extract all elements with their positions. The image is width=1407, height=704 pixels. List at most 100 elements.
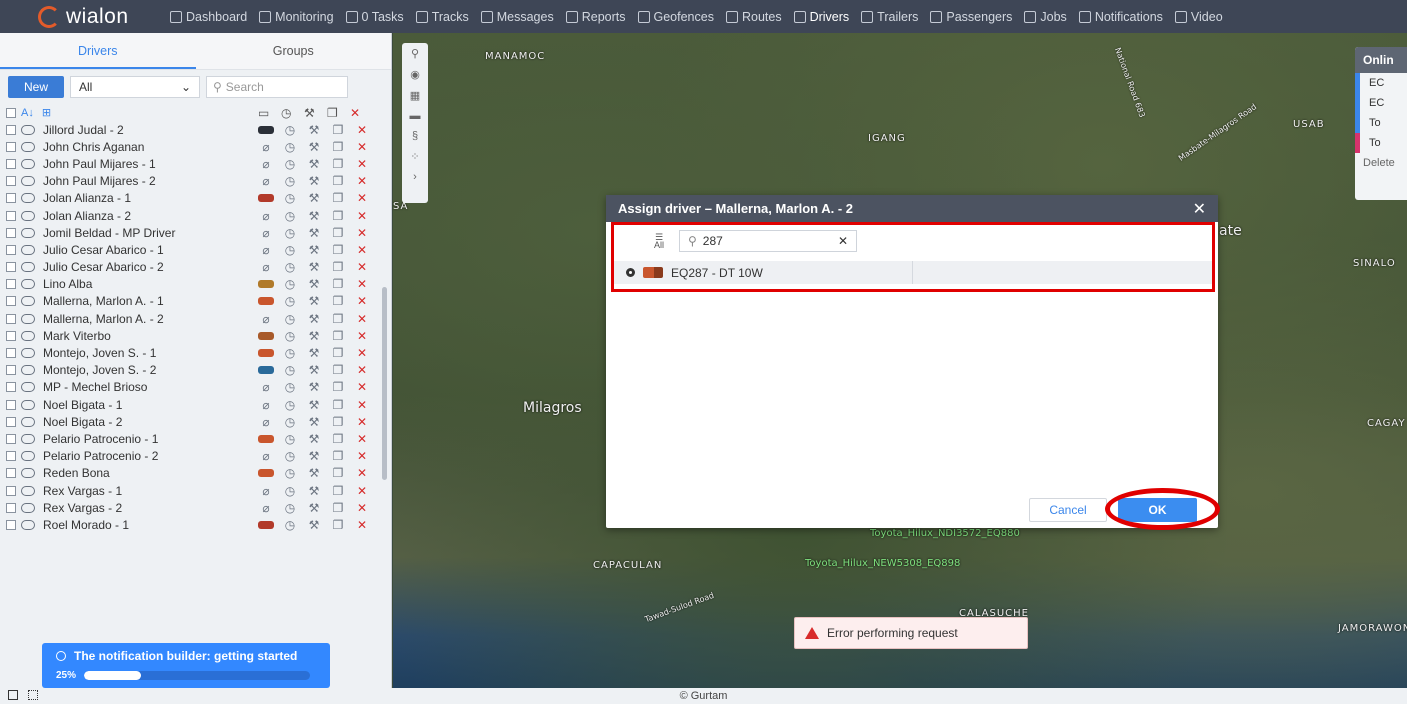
map-layers-icon[interactable]: ▦	[410, 89, 420, 102]
delete-icon[interactable]: ✕	[350, 398, 374, 412]
delete-icon[interactable]: ✕	[350, 260, 374, 274]
delete-icon[interactable]: ✕	[350, 432, 374, 446]
wrench-icon[interactable]: ⚒	[302, 466, 326, 480]
driver-row[interactable]: Lino Alba ◷ ⚒ ❐ ✕	[0, 276, 391, 293]
driver-row[interactable]: Mallerna, Marlon A. - 1 ◷ ⚒ ❐ ✕	[0, 293, 391, 310]
copy-icon[interactable]: ❐	[326, 260, 350, 274]
history-icon[interactable]: ◷	[278, 191, 302, 205]
tab-groups[interactable]: Groups	[196, 33, 392, 69]
copy-icon[interactable]: ❐	[326, 277, 350, 291]
nav-drivers[interactable]: Drivers	[793, 0, 849, 33]
wrench-icon[interactable]: ⚒	[302, 209, 326, 223]
delete-link[interactable]: Delete	[1355, 153, 1407, 173]
history-column-icon[interactable]: ◷	[281, 106, 304, 120]
nav-jobs[interactable]: Jobs	[1024, 0, 1067, 33]
no-unit-icon[interactable]: ⌀	[254, 157, 278, 171]
delete-icon[interactable]: ✕	[350, 277, 374, 291]
copy-icon[interactable]: ❐	[326, 432, 350, 446]
history-icon[interactable]: ◷	[278, 518, 302, 532]
online-unit-item[interactable]: EC	[1355, 93, 1407, 113]
row-checkbox[interactable]	[6, 296, 16, 307]
wrench-icon[interactable]: ⚒	[302, 346, 326, 360]
driver-row[interactable]: Julio Cesar Abarico - 1 ⌀ ◷ ⚒ ❐ ✕	[0, 241, 391, 258]
wrench-icon[interactable]: ⚒	[302, 140, 326, 154]
assigned-unit-icon[interactable]	[254, 432, 278, 446]
delete-icon[interactable]: ✕	[350, 415, 374, 429]
row-checkbox[interactable]	[6, 210, 16, 221]
copy-icon[interactable]: ❐	[326, 123, 350, 137]
grid-icon[interactable]	[28, 690, 38, 700]
row-checkbox[interactable]	[6, 485, 16, 496]
driver-row[interactable]: John Paul Mijares - 2 ⌀ ◷ ⚒ ❐ ✕	[0, 173, 391, 190]
copy-icon[interactable]: ❐	[326, 415, 350, 429]
no-unit-icon[interactable]: ⌀	[254, 226, 278, 240]
driver-row[interactable]: Rex Vargas - 2 ⌀ ◷ ⚒ ❐ ✕	[0, 499, 391, 516]
driver-row[interactable]: John Chris Aganan ⌀ ◷ ⚒ ❐ ✕	[0, 138, 391, 155]
copy-icon[interactable]: ❐	[326, 346, 350, 360]
assigned-unit-icon[interactable]	[254, 277, 278, 291]
history-icon[interactable]: ◷	[278, 346, 302, 360]
copy-icon[interactable]: ❐	[326, 484, 350, 498]
row-checkbox[interactable]	[6, 365, 16, 376]
history-icon[interactable]: ◷	[278, 484, 302, 498]
delete-icon[interactable]: ✕	[350, 174, 374, 188]
driver-row[interactable]: Jolan Alianza - 2 ⌀ ◷ ⚒ ❐ ✕	[0, 207, 391, 224]
copy-icon[interactable]: ❐	[326, 501, 350, 515]
nav-notifications[interactable]: Notifications	[1078, 0, 1163, 33]
history-icon[interactable]: ◷	[278, 174, 302, 188]
row-checkbox[interactable]	[6, 158, 16, 169]
copy-icon[interactable]: ❐	[326, 312, 350, 326]
unit-map-label[interactable]: Toyota_Hilux_NDI3572_EQ880	[870, 528, 1020, 539]
history-icon[interactable]: ◷	[278, 363, 302, 377]
copy-icon[interactable]: ❐	[326, 329, 350, 343]
driver-row[interactable]: Reden Bona ◷ ⚒ ❐ ✕	[0, 465, 391, 482]
driver-row[interactable]: Mallerna, Marlon A. - 2 ⌀ ◷ ⚒ ❐ ✕	[0, 310, 391, 327]
driver-row[interactable]: Roel Morado - 1 ◷ ⚒ ❐ ✕	[0, 516, 391, 533]
online-unit-item[interactable]: EC	[1355, 73, 1407, 93]
list-scrollbar[interactable]	[382, 287, 387, 480]
wrench-icon[interactable]: ⚒	[302, 398, 326, 412]
row-checkbox[interactable]	[6, 399, 16, 410]
hierarchy-icon[interactable]: ⊞	[42, 106, 51, 119]
history-icon[interactable]: ◷	[278, 432, 302, 446]
delete-icon[interactable]: ✕	[350, 191, 374, 205]
driver-row[interactable]: Montejo, Joven S. - 1 ◷ ⚒ ❐ ✕	[0, 344, 391, 361]
properties-column-icon[interactable]: ⚒	[304, 106, 327, 120]
nav-tracks[interactable]: Tracks	[415, 0, 469, 33]
driver-row[interactable]: Noel Bigata - 2 ⌀ ◷ ⚒ ❐ ✕	[0, 413, 391, 430]
delete-icon[interactable]: ✕	[350, 484, 374, 498]
copy-icon[interactable]: ❐	[326, 294, 350, 308]
delete-icon[interactable]: ✕	[350, 140, 374, 154]
no-unit-icon[interactable]: ⌀	[254, 415, 278, 429]
nav-passengers[interactable]: Passengers	[930, 0, 1012, 33]
nav-monitoring[interactable]: Monitoring	[259, 0, 334, 33]
delete-icon[interactable]: ✕	[350, 518, 374, 532]
no-unit-icon[interactable]: ⌀	[254, 380, 278, 394]
row-checkbox[interactable]	[6, 279, 16, 290]
row-checkbox[interactable]	[6, 468, 16, 479]
row-checkbox[interactable]	[6, 502, 16, 513]
driver-row[interactable]: Mark Viterbo ◷ ⚒ ❐ ✕	[0, 327, 391, 344]
online-unit-item[interactable]: To	[1355, 133, 1407, 153]
no-unit-icon[interactable]: ⌀	[254, 398, 278, 412]
history-icon[interactable]: ◷	[278, 466, 302, 480]
driver-row[interactable]: MP - Mechel Brioso ⌀ ◷ ⚒ ❐ ✕	[0, 379, 391, 396]
row-checkbox[interactable]	[6, 124, 16, 135]
wrench-icon[interactable]: ⚒	[302, 484, 326, 498]
no-unit-icon[interactable]: ⌀	[254, 484, 278, 498]
search-icon[interactable]: ⚲	[411, 47, 419, 60]
nav-trailers[interactable]: Trailers	[861, 0, 918, 33]
history-icon[interactable]: ◷	[278, 226, 302, 240]
delete-icon[interactable]: ✕	[350, 329, 374, 343]
no-unit-icon[interactable]: ⌀	[254, 449, 278, 463]
copy-icon[interactable]: ❐	[326, 398, 350, 412]
select-all-checkbox[interactable]	[6, 107, 16, 118]
history-icon[interactable]: ◷	[278, 398, 302, 412]
history-icon[interactable]: ◷	[278, 123, 302, 137]
wrench-icon[interactable]: ⚒	[302, 380, 326, 394]
cancel-button[interactable]: Cancel	[1029, 498, 1107, 522]
copy-icon[interactable]: ❐	[326, 518, 350, 532]
history-icon[interactable]: ◷	[278, 312, 302, 326]
driver-row[interactable]: Jomil Beldad - MP Driver ⌀ ◷ ⚒ ❐ ✕	[0, 224, 391, 241]
no-unit-icon[interactable]: ⌀	[254, 312, 278, 326]
